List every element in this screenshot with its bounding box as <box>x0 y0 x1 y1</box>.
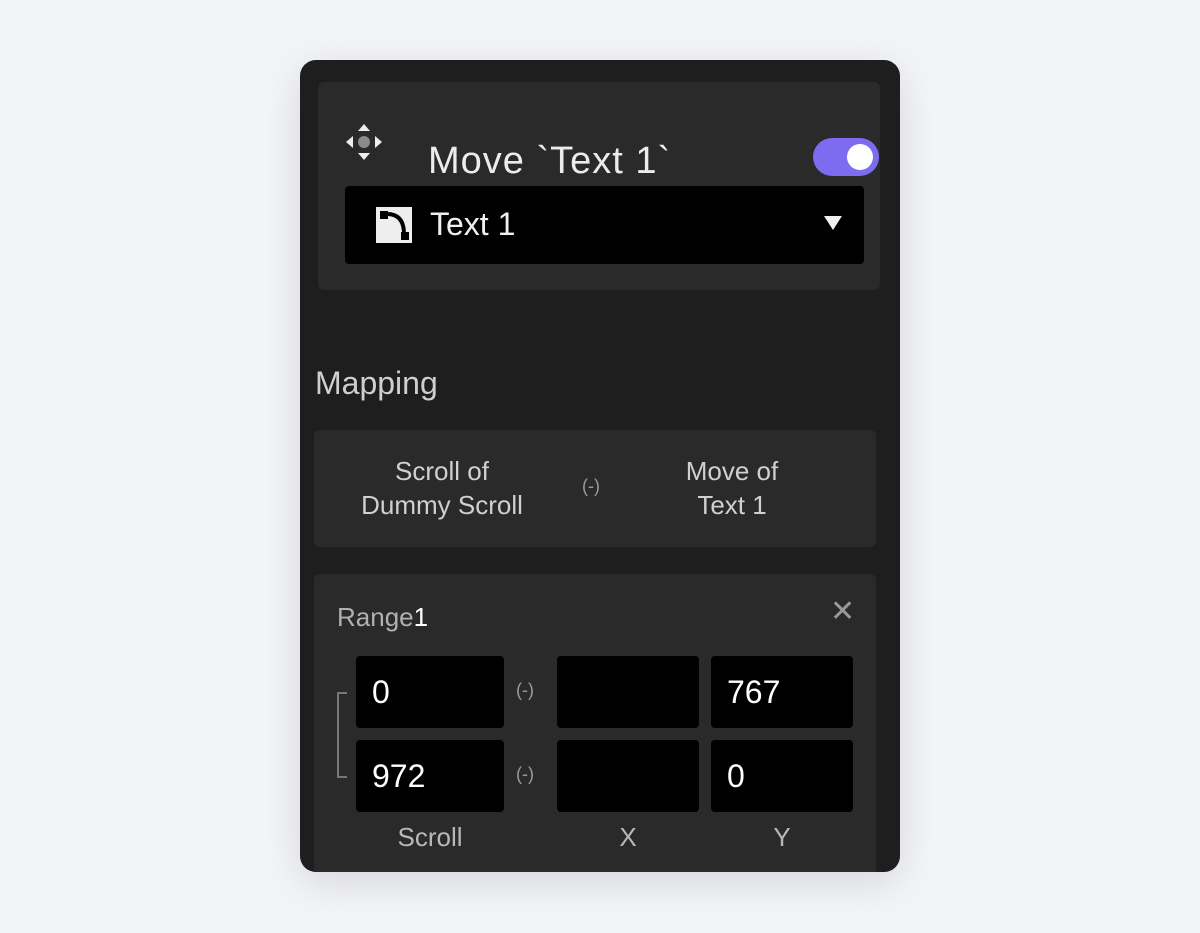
x-start-input[interactable] <box>557 656 699 728</box>
mapping-heading: Mapping <box>315 365 438 401</box>
range-label: Range <box>337 602 414 632</box>
y-start-input[interactable]: 767 <box>711 656 853 728</box>
chevron-down-icon <box>824 216 842 230</box>
x-end-input[interactable] <box>557 740 699 812</box>
range-heading: Range1 <box>337 602 428 633</box>
mapping-source-line1: Scroll of <box>395 456 489 486</box>
header-card: Move `Text 1` Text 1 <box>318 82 880 290</box>
mapping-target-line1: Move of <box>685 456 779 486</box>
y-end-input[interactable]: 0 <box>711 740 853 812</box>
target-select[interactable]: Text 1 <box>345 186 864 264</box>
mapping-source: Scroll of Dummy Scroll <box>332 454 552 522</box>
column-label-y: Y <box>773 822 791 852</box>
target-select-value: Text 1 <box>430 206 516 242</box>
column-label-x: X <box>619 822 637 852</box>
toggle-knob <box>847 144 873 170</box>
mapping-target: Move of Text 1 <box>632 454 832 522</box>
shape-path-icon <box>376 207 412 243</box>
move-arrows-icon <box>346 124 382 160</box>
link-icon[interactable]: (-) <box>516 764 534 785</box>
enable-toggle[interactable] <box>813 138 879 176</box>
close-icon[interactable]: ✕ <box>830 594 855 629</box>
scroll-end-input[interactable]: 972 <box>356 740 504 812</box>
scroll-start-input[interactable]: 0 <box>356 656 504 728</box>
range-card: Range1 ✕ 0 (-) 767 972 (-) 0 Scroll X Y <box>314 574 876 872</box>
mapping-card: Scroll of Dummy Scroll (-) Move of Text … <box>314 430 876 547</box>
range-index: 1 <box>413 602 429 632</box>
move-panel: Move `Text 1` Text 1 Mapping Scroll of D… <box>300 60 900 872</box>
range-bracket <box>337 692 347 778</box>
link-icon[interactable]: (-) <box>516 680 534 701</box>
panel-title: Move `Text 1` <box>428 140 672 182</box>
mapping-source-line2: Dummy Scroll <box>361 490 523 520</box>
column-label-scroll: Scroll <box>397 822 463 852</box>
mapping-target-line2: Text 1 <box>697 490 767 520</box>
link-icon: (-) <box>582 476 600 496</box>
